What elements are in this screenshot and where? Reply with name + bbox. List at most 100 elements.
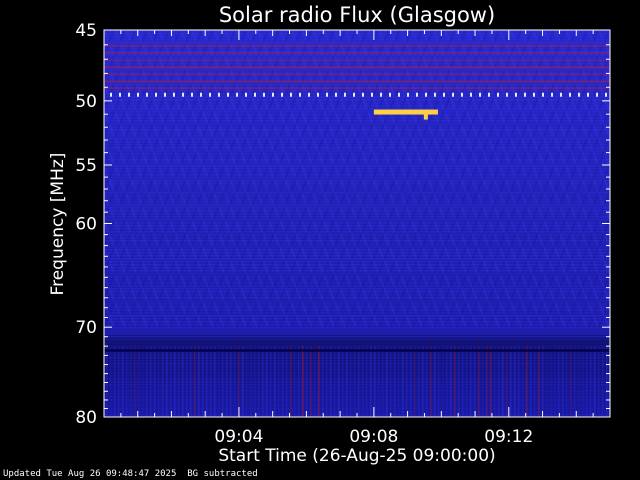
texture-stripe xyxy=(502,346,504,417)
texture-band xyxy=(104,69,610,71)
y-tick-label: 50 xyxy=(75,92,97,112)
texture-stripe xyxy=(282,346,284,417)
texture-diagonal xyxy=(0,30,26,327)
texture-stripe xyxy=(482,346,484,417)
rfi-line xyxy=(104,66,610,69)
texture-diagonal xyxy=(632,30,640,327)
texture-stripe xyxy=(534,346,536,417)
rfi-dot xyxy=(551,92,553,97)
texture-stripe xyxy=(158,346,160,417)
texture-stripe xyxy=(178,346,180,417)
texture-stripe xyxy=(606,346,608,417)
rfi-dot xyxy=(119,92,121,97)
texture-band xyxy=(104,291,610,293)
rfi-dot xyxy=(353,92,355,97)
rfi-dot xyxy=(362,92,364,97)
texture-stripe xyxy=(354,346,356,417)
texture-stripe xyxy=(486,346,488,417)
chart-title: Solar radio Flux (Glasgow) xyxy=(219,3,495,27)
texture-stripe xyxy=(426,346,428,417)
texture-stripe xyxy=(318,346,320,417)
texture-stripe xyxy=(494,346,496,417)
rfi-dot xyxy=(146,92,148,97)
rfi-dot xyxy=(470,92,472,97)
texture-stripe xyxy=(250,346,252,417)
texture-stripe xyxy=(470,346,472,417)
rfi-line xyxy=(104,44,610,47)
rfi-dot xyxy=(191,92,193,97)
rfi-dot xyxy=(335,92,337,97)
rfi-dot xyxy=(407,92,409,97)
rfi-dot xyxy=(515,92,517,97)
texture-band xyxy=(104,42,610,44)
texture-stripe xyxy=(122,346,124,417)
texture-stripe xyxy=(266,346,268,417)
texture-band xyxy=(104,147,610,149)
y-tick-label: 55 xyxy=(75,156,97,176)
y-tick-label: 45 xyxy=(75,21,97,41)
spectrogram-chart: Solar radio Flux (Glasgow) 455055607080 … xyxy=(0,3,640,466)
texture-band xyxy=(104,333,610,335)
texture-stripe xyxy=(390,346,392,417)
texture-stripe xyxy=(522,346,524,417)
rfi-dot xyxy=(398,92,400,97)
rfi-dot xyxy=(605,92,607,97)
texture-stripe xyxy=(322,346,324,417)
texture-stripe xyxy=(498,346,500,417)
texture-band xyxy=(104,261,610,263)
texture-stripe xyxy=(514,346,516,417)
texture-stripe xyxy=(374,346,376,417)
texture-band xyxy=(104,327,610,329)
texture-band xyxy=(104,117,610,119)
texture-stripe xyxy=(334,346,336,417)
texture-stripe xyxy=(274,346,276,417)
texture-stripe xyxy=(218,346,220,417)
texture-band xyxy=(104,228,610,230)
rfi-dot xyxy=(425,92,427,97)
texture-diagonal xyxy=(0,30,81,327)
texture-stripe xyxy=(154,346,156,417)
texture-stripe xyxy=(150,346,152,417)
texture-band xyxy=(104,318,610,320)
texture-diagonal xyxy=(632,30,640,327)
texture-band xyxy=(104,234,610,236)
rfi-dot xyxy=(227,92,229,97)
rfi-dot xyxy=(299,92,301,97)
texture-stripe xyxy=(430,346,432,417)
texture-band xyxy=(104,156,610,158)
texture-stripe xyxy=(594,346,596,417)
texture-stripe xyxy=(314,346,316,417)
rfi-dot xyxy=(281,92,283,97)
texture-stripe xyxy=(138,346,140,417)
texture-stripe xyxy=(202,346,204,417)
texture-stripe xyxy=(350,346,352,417)
texture-band xyxy=(104,258,610,260)
rfi-dot xyxy=(209,92,211,97)
texture-diagonal xyxy=(0,30,37,327)
texture-stripe xyxy=(366,346,368,417)
texture-stripe xyxy=(134,346,136,417)
texture-diagonal xyxy=(0,30,81,327)
texture-band xyxy=(104,150,610,152)
texture-stripe xyxy=(278,346,280,417)
texture-stripe xyxy=(394,346,396,417)
rfi-dot xyxy=(389,92,391,97)
texture-stripe xyxy=(106,346,108,417)
texture-stripe xyxy=(306,346,308,417)
texture-stripe xyxy=(474,346,476,417)
texture-stripe xyxy=(422,346,424,417)
texture-stripe xyxy=(602,346,604,417)
texture-stripe xyxy=(478,346,480,417)
texture-diagonal xyxy=(609,30,610,33)
texture-stripe xyxy=(130,346,132,417)
rfi-dot xyxy=(452,92,454,97)
texture-stripe xyxy=(210,346,212,417)
texture-stripe xyxy=(466,346,468,417)
x-axis-label: Start Time (26-Aug-25 09:00:00) xyxy=(218,446,495,466)
x-tick-label: 09:12 xyxy=(484,427,533,447)
texture-stripe xyxy=(542,346,544,417)
texture-stripe xyxy=(338,346,340,417)
texture-band xyxy=(104,72,610,74)
y-tick-label: 70 xyxy=(75,318,97,338)
texture-band xyxy=(104,120,610,122)
